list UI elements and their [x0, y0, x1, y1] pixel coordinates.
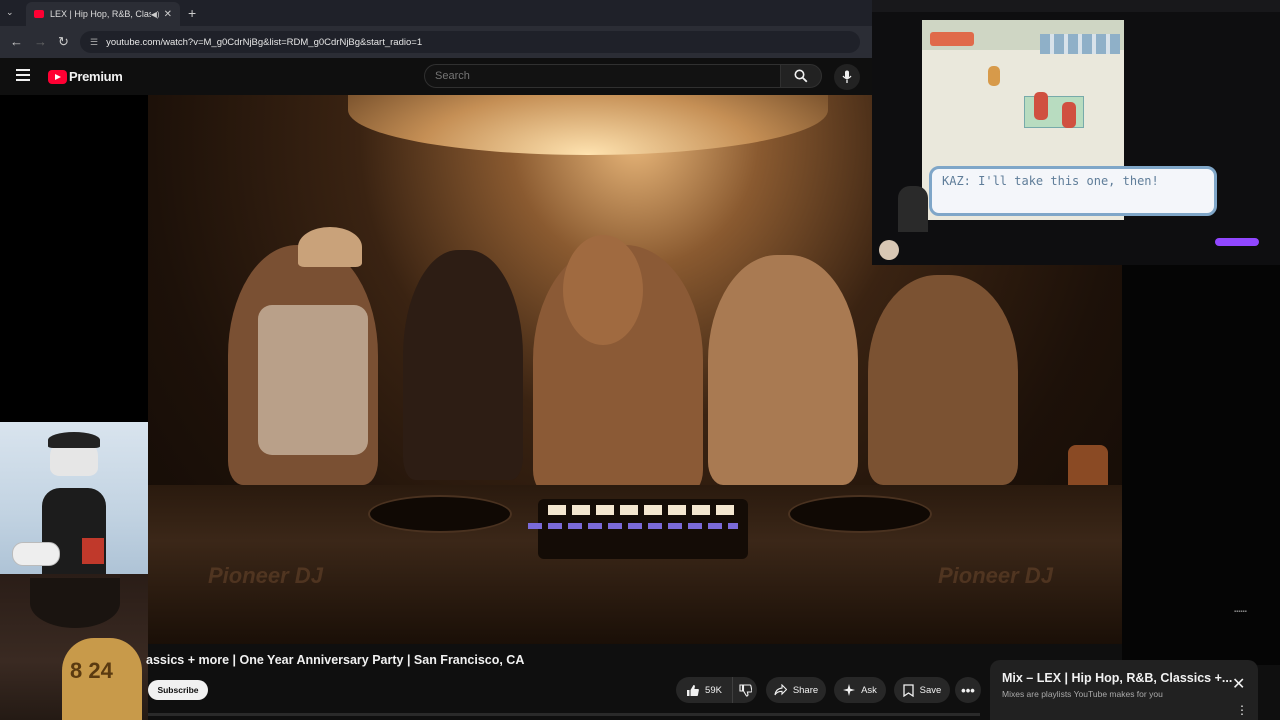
more-actions-button[interactable]: •••: [955, 677, 981, 703]
follow-button[interactable]: [1215, 238, 1259, 246]
deck-brand-left: Pioneer DJ: [208, 563, 323, 588]
reload-icon[interactable]: ↻: [58, 34, 69, 50]
search-input[interactable]: [424, 64, 780, 88]
share-icon: [774, 684, 787, 696]
close-tab-icon[interactable]: ✕: [164, 9, 172, 20]
more-horizontal-icon: •••: [961, 682, 975, 698]
overlay-top-bar: [872, 0, 1280, 12]
close-icon[interactable]: ✕: [1232, 674, 1245, 694]
subscribe-button[interactable]: Subscribe: [148, 680, 208, 700]
browser-tab[interactable]: LEX | Hip Hop, R&B, Classic ◀) ✕: [26, 2, 180, 26]
menu-icon[interactable]: [16, 69, 30, 84]
thumbs-up-icon: [687, 684, 699, 696]
back-icon[interactable]: ←: [10, 34, 23, 49]
ask-label: Ask: [861, 684, 877, 696]
streamer-mini-cam: [898, 186, 928, 232]
search-icon: [794, 69, 808, 83]
thumbs-down-icon: [738, 683, 752, 697]
voice-search-button[interactable]: [834, 64, 860, 90]
mix-title[interactable]: Mix – LEX | Hip Hop, R&B, Classics +...: [1002, 671, 1232, 685]
vtuber-avatar-overlay: [0, 422, 148, 574]
watermark-mark: ▪▪▪▪▪▪: [1234, 609, 1247, 615]
site-info-icon[interactable]: ☰: [90, 37, 98, 48]
more-vertical-icon[interactable]: ⋮: [1236, 703, 1248, 717]
page-divider: [148, 713, 980, 716]
url-text: youtube.com/watch?v=M_g0CdrNjBg&list=RDM…: [106, 36, 423, 48]
game-dialog-text: KAZ: I'll take this one, then!: [942, 174, 1159, 188]
mix-subtitle: Mixes are playlists YouTube makes for yo…: [1002, 689, 1163, 699]
microphone-icon: [842, 70, 852, 83]
tab-title: LEX | Hip Hop, R&B, Classic: [50, 9, 151, 19]
sparkle-icon: [843, 684, 856, 696]
stream-info-bar: [875, 236, 1280, 264]
youtube-favicon-icon: [34, 10, 44, 18]
bookmark-icon: [903, 683, 914, 697]
save-label: Save: [919, 684, 942, 696]
like-count: 59K: [705, 684, 722, 696]
right-black-area: [1122, 265, 1280, 665]
share-label: Share: [792, 684, 819, 696]
ask-button[interactable]: Ask: [834, 677, 886, 703]
youtube-logo-icon[interactable]: [48, 70, 67, 84]
search-button[interactable]: [780, 64, 822, 88]
lamp-shade: [348, 95, 828, 155]
deck-brand-right: Pioneer DJ: [938, 563, 1053, 588]
new-tab-icon[interactable]: +: [188, 5, 196, 21]
video-title: assics + more | One Year Anniversary Par…: [146, 653, 525, 667]
save-button[interactable]: Save: [894, 677, 950, 703]
forward-icon[interactable]: →: [34, 34, 47, 49]
like-button[interactable]: 59K: [676, 677, 732, 703]
brand-label[interactable]: Premium: [69, 69, 123, 84]
share-button[interactable]: Share: [766, 677, 826, 703]
dislike-button[interactable]: [732, 677, 757, 703]
left-black-area: [0, 95, 148, 422]
audio-playing-icon[interactable]: ◀): [151, 10, 160, 19]
channel-avatar: [879, 240, 899, 260]
tab-search-icon[interactable]: ⌄: [6, 7, 14, 18]
address-bar[interactable]: ☰ youtube.com/watch?v=M_g0CdrNjBg&list=R…: [80, 31, 860, 53]
streamer-webcam: 8 24: [0, 574, 148, 720]
dj-deck: Pioneer DJ Pioneer DJ: [148, 485, 1122, 644]
